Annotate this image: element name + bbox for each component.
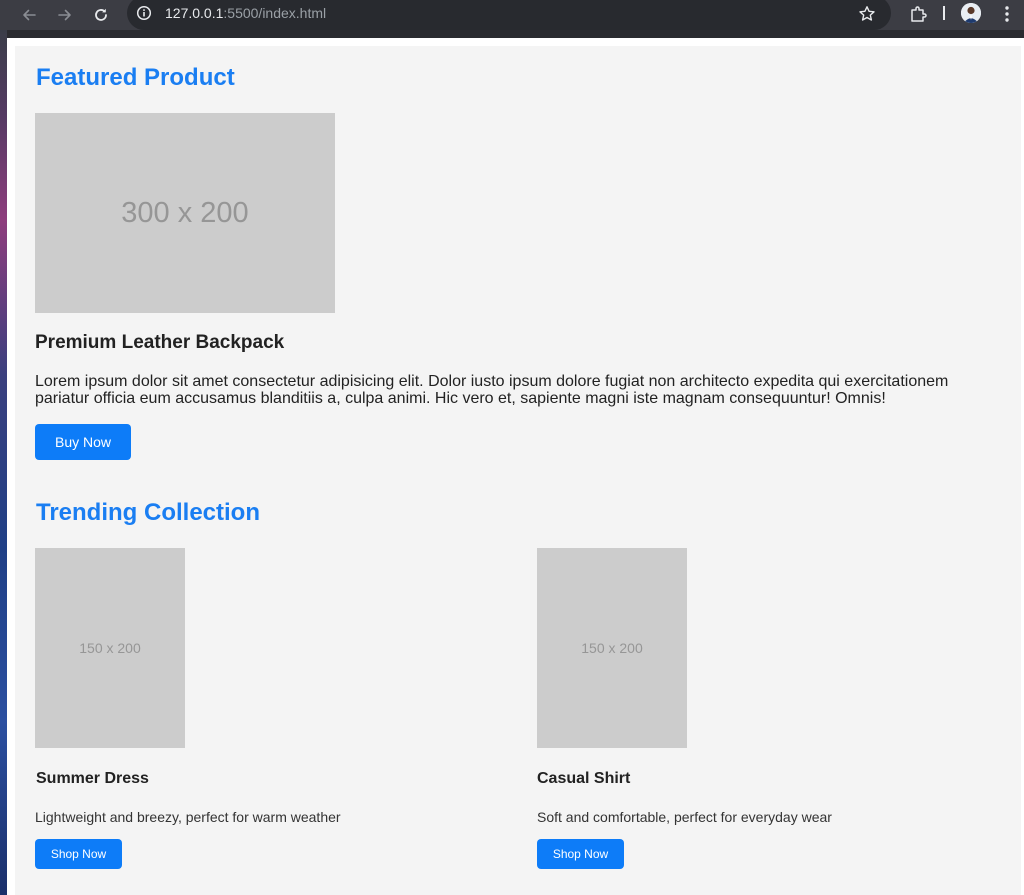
back-button[interactable]: [17, 3, 41, 27]
forward-button[interactable]: [53, 3, 77, 27]
url-host: 127.0.0.1: [165, 5, 224, 21]
profile-avatar[interactable]: [961, 3, 981, 23]
desktop-background: [0, 30, 7, 895]
product-name: Summer Dress: [36, 770, 149, 787]
shop-now-button[interactable]: Shop Now: [537, 839, 624, 869]
extensions-button[interactable]: [907, 3, 929, 25]
page-container: Featured Product 300 x 200 Premium Leath…: [15, 46, 1021, 895]
buy-now-button[interactable]: Buy Now: [35, 424, 131, 460]
toolbar-divider: [943, 6, 945, 20]
reload-button[interactable]: [89, 3, 113, 27]
arrow-left-icon: [23, 9, 36, 21]
info-icon: [136, 5, 152, 21]
shop-now-button[interactable]: Shop Now: [35, 839, 122, 869]
browser-menu-button[interactable]: [997, 3, 1017, 25]
url-path: :5500/index.html: [223, 5, 327, 21]
product-image-placeholder-text: 150 x 200: [79, 640, 141, 656]
browser-toolbar: 127.0.0.1:5500/index.html: [0, 0, 1024, 30]
featured-product-image: 300 x 200: [35, 113, 335, 313]
star-icon: [859, 6, 875, 21]
arrow-right-icon: [58, 9, 71, 21]
product-image: 150 x 200: [537, 548, 687, 748]
featured-section-title: Featured Product: [36, 64, 235, 91]
site-info-button[interactable]: [136, 5, 152, 21]
product-description: Lightweight and breezy, perfect for warm…: [35, 809, 341, 825]
kebab-menu-icon: [1005, 6, 1009, 22]
bookmark-button[interactable]: [857, 4, 877, 24]
product-image: 150 x 200: [35, 548, 185, 748]
avatar-icon: [961, 3, 981, 23]
puzzle-icon: [911, 6, 927, 22]
url-text[interactable]: 127.0.0.1:5500/index.html: [165, 5, 326, 21]
page-viewport: Featured Product 300 x 200 Premium Leath…: [7, 38, 1024, 895]
browser-frame: [7, 30, 1024, 38]
trending-section-title: Trending Collection: [36, 499, 261, 526]
featured-image-placeholder-text: 300 x 200: [121, 196, 249, 229]
product-name: Casual Shirt: [537, 770, 631, 787]
product-image-placeholder-text: 150 x 200: [581, 640, 643, 656]
featured-product-name: Premium Leather Backpack: [35, 332, 285, 353]
reload-icon: [95, 8, 107, 21]
product-description: Soft and comfortable, perfect for everyd…: [537, 809, 832, 825]
address-bar[interactable]: 127.0.0.1:5500/index.html: [127, 0, 891, 30]
featured-product-description: Lorem ipsum dolor sit amet consectetur a…: [35, 373, 949, 407]
